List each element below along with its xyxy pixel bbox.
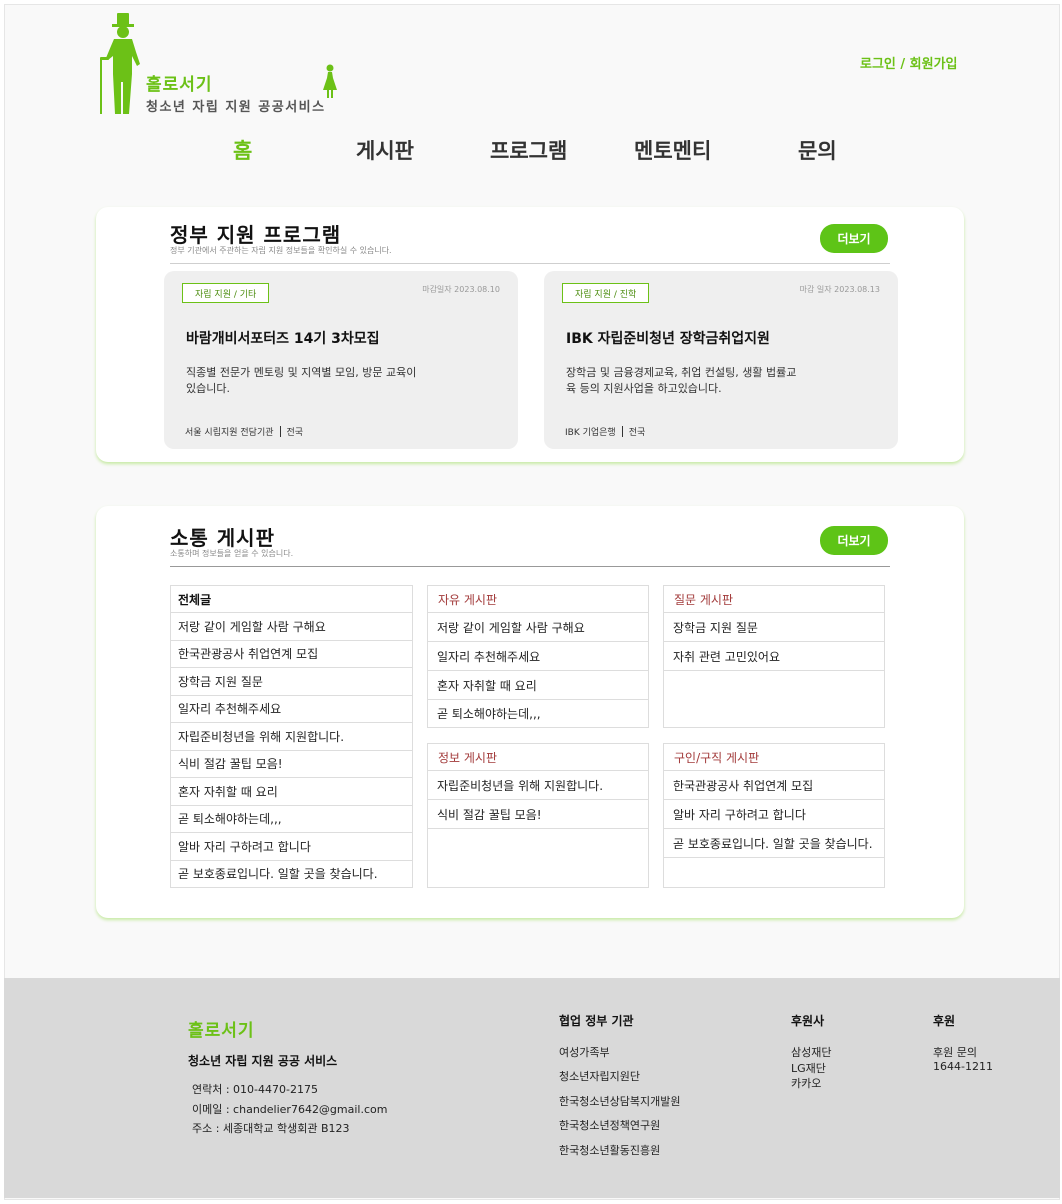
gov-section-subtitle: 정부 기관에서 주관하는 자립 지원 정보들을 확인하실 수 있습니다. bbox=[170, 246, 392, 255]
nav-item-home[interactable]: 홈 bbox=[233, 135, 252, 165]
footer-partner-link[interactable]: 청소년자립지원단 bbox=[559, 1068, 640, 1084]
footer-donate-phone: 1644-1211 bbox=[933, 1060, 993, 1073]
footer-partner-link[interactable]: 한국청소년정책연구원 bbox=[559, 1117, 660, 1133]
list-item[interactable]: 곧 퇴소해야하는데,,, bbox=[428, 700, 648, 727]
list-item[interactable]: 알바 자리 구하려고 합니다 bbox=[664, 800, 884, 829]
list-item[interactable]: 곧 보호종료입니다. 일할 곳을 찾습니다. bbox=[664, 829, 884, 858]
logo-subtitle: 청소년 자립 지원 공공서비스 bbox=[146, 100, 326, 115]
board-header-info[interactable]: 정보 게시판 bbox=[428, 744, 648, 771]
footer-partners-title: 협업 정부 기관 bbox=[559, 1014, 634, 1028]
board-header-question[interactable]: 질문 게시판 bbox=[664, 586, 884, 613]
question-board: 질문 게시판 장학금 지원 질문 자취 관련 고민있어요 bbox=[663, 585, 885, 728]
list-item[interactable]: 저랑 같이 게임할 사람 구해요 bbox=[428, 613, 648, 642]
program-org: 서울 시립지원 전담기관 bbox=[185, 428, 274, 438]
program-meta: IBK 기업은행 전국 bbox=[565, 425, 645, 438]
program-region: 전국 bbox=[628, 428, 646, 438]
community-section-divider bbox=[170, 566, 890, 567]
footer-title: 홀로서기 bbox=[188, 1021, 255, 1041]
list-item[interactable]: 자취 관련 고민있어요 bbox=[664, 642, 884, 671]
meta-separator bbox=[279, 426, 281, 437]
footer-donate-title: 후원 bbox=[933, 1014, 956, 1028]
footer-address: 주소 : 세종대학교 학생회관 B123 bbox=[192, 1122, 350, 1135]
program-deadline: 마감일자 2023.08.10 bbox=[422, 285, 500, 294]
all-posts-board: 전체글 저랑 같이 게임할 사람 구해요 한국관광공사 취업연계 모집 장학금 … bbox=[170, 585, 413, 888]
program-title: IBK 자립준비청년 장학금취업지원 bbox=[566, 331, 770, 347]
list-item[interactable]: 한국관광공사 취업연계 모집 bbox=[664, 771, 884, 800]
footer-partner-link[interactable]: 여성가족부 bbox=[559, 1044, 610, 1060]
board-header-jobs[interactable]: 구인/구직 게시판 bbox=[664, 744, 884, 771]
footer-email: 이메일 : chandelier7642@gmail.com bbox=[192, 1103, 388, 1116]
main-nav: 홈 게시판 프로그램 멘토멘티 문의 bbox=[0, 135, 1056, 165]
footer-sponsor: LG재단 bbox=[791, 1062, 826, 1075]
list-item[interactable]: 혼자 자취할 때 요리 bbox=[171, 778, 412, 806]
list-item[interactable]: 일자리 추천해주세요 bbox=[428, 642, 648, 671]
login-signup-link[interactable]: 로그인 / 회원가입 bbox=[860, 53, 958, 72]
nav-item-board[interactable]: 게시판 bbox=[356, 135, 414, 165]
footer-contact: 연락처 : 010-4470-2175 bbox=[192, 1083, 318, 1096]
girl-logo-icon bbox=[323, 64, 337, 98]
info-board: 정보 게시판 자립준비청년을 위해 지원합니다. 식비 절감 꿀팁 모음! bbox=[427, 743, 649, 888]
list-item[interactable]: 장학금 지원 질문 bbox=[664, 613, 884, 642]
footer-donate-inquiry-link[interactable]: 후원 문의 bbox=[933, 1044, 977, 1060]
footer-sponsor: 카카오 bbox=[791, 1077, 822, 1090]
community-section-subtitle: 소통하며 정보들을 얻을 수 있습니다. bbox=[170, 549, 294, 558]
program-title: 바람개비서포터즈 14기 3차모집 bbox=[186, 331, 380, 347]
program-region: 전국 bbox=[286, 428, 304, 438]
community-section-title: 소통 게시판 bbox=[170, 526, 275, 550]
list-item[interactable]: 곧 퇴소해야하는데,,, bbox=[171, 806, 412, 833]
gov-section-divider bbox=[170, 263, 890, 264]
program-card[interactable]: 자립 지원 / 기타 마감일자 2023.08.10 바람개비서포터즈 14기 … bbox=[164, 271, 518, 449]
community-more-button[interactable]: 더보기 bbox=[820, 526, 888, 555]
list-item[interactable]: 혼자 자취할 때 요리 bbox=[428, 671, 648, 700]
list-item[interactable]: 알바 자리 구하려고 합니다 bbox=[171, 833, 412, 861]
list-item[interactable]: 식비 절감 꿀팁 모음! bbox=[171, 751, 412, 778]
nav-item-inquiry[interactable]: 문의 bbox=[798, 135, 837, 165]
program-description: 직종별 전문가 멘토링 및 지역별 모임, 방문 교육이 있습니다. bbox=[186, 366, 417, 395]
nav-item-program[interactable]: 프로그램 bbox=[490, 135, 567, 165]
list-item[interactable]: 일자리 추천해주세요 bbox=[171, 696, 412, 723]
list-item[interactable]: 자립준비청년을 위해 지원합니다. bbox=[428, 771, 648, 800]
meta-separator bbox=[621, 426, 623, 437]
logo-title[interactable]: 홀로서기 bbox=[146, 70, 213, 95]
program-description: 장학금 및 금융경제교육, 취업 컨설팅, 생활 법률교육 등의 지원사업을 하… bbox=[566, 366, 797, 395]
board-header-all[interactable]: 전체글 bbox=[171, 586, 412, 613]
footer-subtitle: 청소년 자립 지원 공공 서비스 bbox=[188, 1054, 338, 1068]
program-tag: 자립 지원 / 진학 bbox=[562, 283, 650, 303]
footer-sponsor: 삼성재단 bbox=[791, 1046, 832, 1059]
footer: 홀로서기 청소년 자립 지원 공공 서비스 연락처 : 010-4470-217… bbox=[4, 978, 1060, 1198]
list-item[interactable]: 자립준비청년을 위해 지원합니다. bbox=[171, 723, 412, 751]
footer-partner-link[interactable]: 한국청소년상담복지개발원 bbox=[559, 1093, 680, 1109]
gov-more-button[interactable]: 더보기 bbox=[820, 224, 888, 253]
board-header-free[interactable]: 자유 게시판 bbox=[428, 586, 648, 613]
list-item[interactable]: 장학금 지원 질문 bbox=[171, 668, 412, 696]
gov-section-title: 정부 지원 프로그램 bbox=[170, 223, 342, 247]
footer-sponsors-title: 후원사 bbox=[791, 1014, 825, 1028]
nav-item-mentoring[interactable]: 멘토멘티 bbox=[634, 135, 711, 165]
list-item[interactable]: 저랑 같이 게임할 사람 구해요 bbox=[171, 613, 412, 641]
list-item[interactable]: 곧 보호종료입니다. 일할 곳을 찾습니다. bbox=[171, 861, 412, 887]
list-item[interactable]: 한국관광공사 취업연계 모집 bbox=[171, 641, 412, 668]
program-org: IBK 기업은행 bbox=[565, 428, 616, 438]
program-deadline: 마감 일자 2023.08.13 bbox=[799, 285, 880, 294]
jobs-board: 구인/구직 게시판 한국관광공사 취업연계 모집 알바 자리 구하려고 합니다 … bbox=[663, 743, 885, 888]
free-board: 자유 게시판 저랑 같이 게임할 사람 구해요 일자리 추천해주세요 혼자 자취… bbox=[427, 585, 649, 728]
community-section: 소통 게시판 소통하며 정보들을 얻을 수 있습니다. 더보기 전체글 저랑 같… bbox=[96, 506, 964, 918]
program-meta: 서울 시립지원 전담기관 전국 bbox=[185, 425, 303, 438]
list-item[interactable]: 식비 절감 꿀팁 모음! bbox=[428, 800, 648, 829]
program-tag: 자립 지원 / 기타 bbox=[182, 283, 270, 303]
gentleman-logo-icon bbox=[100, 13, 140, 114]
footer-partner-link[interactable]: 한국청소년활동진흥원 bbox=[559, 1142, 660, 1158]
program-card[interactable]: 자립 지원 / 진학 마감 일자 2023.08.13 IBK 자립준비청년 장… bbox=[544, 271, 898, 449]
gov-program-section: 정부 지원 프로그램 정부 기관에서 주관하는 자립 지원 정보들을 확인하실 … bbox=[96, 207, 964, 462]
